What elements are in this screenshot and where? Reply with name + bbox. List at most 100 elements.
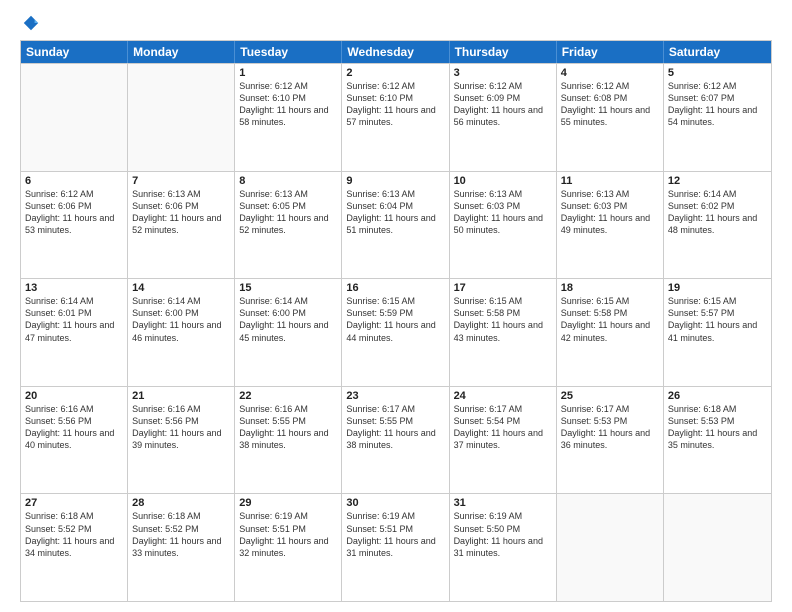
cell-detail: Sunrise: 6:15 AM Sunset: 5:58 PM Dayligh… [561, 295, 659, 344]
cell-detail: Sunrise: 6:18 AM Sunset: 5:53 PM Dayligh… [668, 403, 767, 452]
cell-detail: Sunrise: 6:15 AM Sunset: 5:58 PM Dayligh… [454, 295, 552, 344]
calendar-cell: 6Sunrise: 6:12 AM Sunset: 6:06 PM Daylig… [21, 172, 128, 279]
calendar-cell: 29Sunrise: 6:19 AM Sunset: 5:51 PM Dayli… [235, 494, 342, 601]
calendar-cell: 28Sunrise: 6:18 AM Sunset: 5:52 PM Dayli… [128, 494, 235, 601]
calendar-header-day: Monday [128, 41, 235, 63]
calendar-cell: 11Sunrise: 6:13 AM Sunset: 6:03 PM Dayli… [557, 172, 664, 279]
day-number: 5 [668, 67, 767, 79]
day-number: 6 [25, 175, 123, 187]
day-number: 2 [346, 67, 444, 79]
cell-detail: Sunrise: 6:17 AM Sunset: 5:53 PM Dayligh… [561, 403, 659, 452]
cell-detail: Sunrise: 6:13 AM Sunset: 6:03 PM Dayligh… [561, 188, 659, 237]
cell-detail: Sunrise: 6:14 AM Sunset: 6:01 PM Dayligh… [25, 295, 123, 344]
calendar-body: 1Sunrise: 6:12 AM Sunset: 6:10 PM Daylig… [21, 63, 771, 601]
calendar-week-row: 13Sunrise: 6:14 AM Sunset: 6:01 PM Dayli… [21, 278, 771, 386]
day-number: 23 [346, 390, 444, 402]
calendar-header-day: Friday [557, 41, 664, 63]
header [20, 16, 772, 32]
cell-detail: Sunrise: 6:13 AM Sunset: 6:06 PM Dayligh… [132, 188, 230, 237]
cell-detail: Sunrise: 6:19 AM Sunset: 5:51 PM Dayligh… [239, 510, 337, 559]
day-number: 17 [454, 282, 552, 294]
day-number: 13 [25, 282, 123, 294]
cell-detail: Sunrise: 6:16 AM Sunset: 5:56 PM Dayligh… [132, 403, 230, 452]
cell-detail: Sunrise: 6:16 AM Sunset: 5:55 PM Dayligh… [239, 403, 337, 452]
cell-detail: Sunrise: 6:16 AM Sunset: 5:56 PM Dayligh… [25, 403, 123, 452]
calendar-cell: 16Sunrise: 6:15 AM Sunset: 5:59 PM Dayli… [342, 279, 449, 386]
calendar-cell: 26Sunrise: 6:18 AM Sunset: 5:53 PM Dayli… [664, 387, 771, 494]
calendar-cell: 31Sunrise: 6:19 AM Sunset: 5:50 PM Dayli… [450, 494, 557, 601]
calendar-cell: 23Sunrise: 6:17 AM Sunset: 5:55 PM Dayli… [342, 387, 449, 494]
calendar: SundayMondayTuesdayWednesdayThursdayFrid… [20, 40, 772, 602]
calendar-cell: 5Sunrise: 6:12 AM Sunset: 6:07 PM Daylig… [664, 64, 771, 171]
day-number: 27 [25, 497, 123, 509]
day-number: 24 [454, 390, 552, 402]
day-number: 28 [132, 497, 230, 509]
calendar-cell: 18Sunrise: 6:15 AM Sunset: 5:58 PM Dayli… [557, 279, 664, 386]
day-number: 18 [561, 282, 659, 294]
calendar-cell [128, 64, 235, 171]
day-number: 30 [346, 497, 444, 509]
day-number: 7 [132, 175, 230, 187]
day-number: 21 [132, 390, 230, 402]
cell-detail: Sunrise: 6:17 AM Sunset: 5:55 PM Dayligh… [346, 403, 444, 452]
cell-detail: Sunrise: 6:14 AM Sunset: 6:00 PM Dayligh… [132, 295, 230, 344]
day-number: 20 [25, 390, 123, 402]
calendar-cell: 19Sunrise: 6:15 AM Sunset: 5:57 PM Dayli… [664, 279, 771, 386]
calendar-week-row: 27Sunrise: 6:18 AM Sunset: 5:52 PM Dayli… [21, 493, 771, 601]
calendar-cell: 22Sunrise: 6:16 AM Sunset: 5:55 PM Dayli… [235, 387, 342, 494]
day-number: 14 [132, 282, 230, 294]
calendar-cell: 15Sunrise: 6:14 AM Sunset: 6:00 PM Dayli… [235, 279, 342, 386]
cell-detail: Sunrise: 6:12 AM Sunset: 6:08 PM Dayligh… [561, 80, 659, 129]
calendar-cell: 3Sunrise: 6:12 AM Sunset: 6:09 PM Daylig… [450, 64, 557, 171]
calendar-cell: 9Sunrise: 6:13 AM Sunset: 6:04 PM Daylig… [342, 172, 449, 279]
calendar-header-day: Saturday [664, 41, 771, 63]
calendar-cell: 8Sunrise: 6:13 AM Sunset: 6:05 PM Daylig… [235, 172, 342, 279]
calendar-cell: 14Sunrise: 6:14 AM Sunset: 6:00 PM Dayli… [128, 279, 235, 386]
cell-detail: Sunrise: 6:18 AM Sunset: 5:52 PM Dayligh… [25, 510, 123, 559]
calendar-cell: 17Sunrise: 6:15 AM Sunset: 5:58 PM Dayli… [450, 279, 557, 386]
calendar-cell: 1Sunrise: 6:12 AM Sunset: 6:10 PM Daylig… [235, 64, 342, 171]
calendar-cell: 7Sunrise: 6:13 AM Sunset: 6:06 PM Daylig… [128, 172, 235, 279]
calendar-header-day: Sunday [21, 41, 128, 63]
calendar-header-day: Wednesday [342, 41, 449, 63]
calendar-cell: 12Sunrise: 6:14 AM Sunset: 6:02 PM Dayli… [664, 172, 771, 279]
day-number: 31 [454, 497, 552, 509]
day-number: 29 [239, 497, 337, 509]
calendar-cell: 10Sunrise: 6:13 AM Sunset: 6:03 PM Dayli… [450, 172, 557, 279]
calendar-cell: 20Sunrise: 6:16 AM Sunset: 5:56 PM Dayli… [21, 387, 128, 494]
cell-detail: Sunrise: 6:13 AM Sunset: 6:03 PM Dayligh… [454, 188, 552, 237]
calendar-cell: 25Sunrise: 6:17 AM Sunset: 5:53 PM Dayli… [557, 387, 664, 494]
cell-detail: Sunrise: 6:18 AM Sunset: 5:52 PM Dayligh… [132, 510, 230, 559]
calendar-cell [557, 494, 664, 601]
calendar-cell [664, 494, 771, 601]
day-number: 16 [346, 282, 444, 294]
calendar-cell: 13Sunrise: 6:14 AM Sunset: 6:01 PM Dayli… [21, 279, 128, 386]
day-number: 22 [239, 390, 337, 402]
calendar-week-row: 20Sunrise: 6:16 AM Sunset: 5:56 PM Dayli… [21, 386, 771, 494]
calendar-cell: 4Sunrise: 6:12 AM Sunset: 6:08 PM Daylig… [557, 64, 664, 171]
cell-detail: Sunrise: 6:12 AM Sunset: 6:09 PM Dayligh… [454, 80, 552, 129]
day-number: 25 [561, 390, 659, 402]
calendar-header-day: Thursday [450, 41, 557, 63]
calendar-cell [21, 64, 128, 171]
day-number: 4 [561, 67, 659, 79]
cell-detail: Sunrise: 6:15 AM Sunset: 5:59 PM Dayligh… [346, 295, 444, 344]
cell-detail: Sunrise: 6:12 AM Sunset: 6:06 PM Dayligh… [25, 188, 123, 237]
cell-detail: Sunrise: 6:17 AM Sunset: 5:54 PM Dayligh… [454, 403, 552, 452]
cell-detail: Sunrise: 6:14 AM Sunset: 6:02 PM Dayligh… [668, 188, 767, 237]
logo [20, 16, 40, 32]
calendar-cell: 30Sunrise: 6:19 AM Sunset: 5:51 PM Dayli… [342, 494, 449, 601]
calendar-cell: 2Sunrise: 6:12 AM Sunset: 6:10 PM Daylig… [342, 64, 449, 171]
calendar-header-row: SundayMondayTuesdayWednesdayThursdayFrid… [21, 41, 771, 63]
calendar-week-row: 1Sunrise: 6:12 AM Sunset: 6:10 PM Daylig… [21, 63, 771, 171]
day-number: 12 [668, 175, 767, 187]
cell-detail: Sunrise: 6:15 AM Sunset: 5:57 PM Dayligh… [668, 295, 767, 344]
day-number: 19 [668, 282, 767, 294]
calendar-week-row: 6Sunrise: 6:12 AM Sunset: 6:06 PM Daylig… [21, 171, 771, 279]
calendar-cell: 27Sunrise: 6:18 AM Sunset: 5:52 PM Dayli… [21, 494, 128, 601]
cell-detail: Sunrise: 6:13 AM Sunset: 6:04 PM Dayligh… [346, 188, 444, 237]
page: SundayMondayTuesdayWednesdayThursdayFrid… [0, 0, 792, 612]
cell-detail: Sunrise: 6:19 AM Sunset: 5:51 PM Dayligh… [346, 510, 444, 559]
calendar-cell: 21Sunrise: 6:16 AM Sunset: 5:56 PM Dayli… [128, 387, 235, 494]
day-number: 3 [454, 67, 552, 79]
